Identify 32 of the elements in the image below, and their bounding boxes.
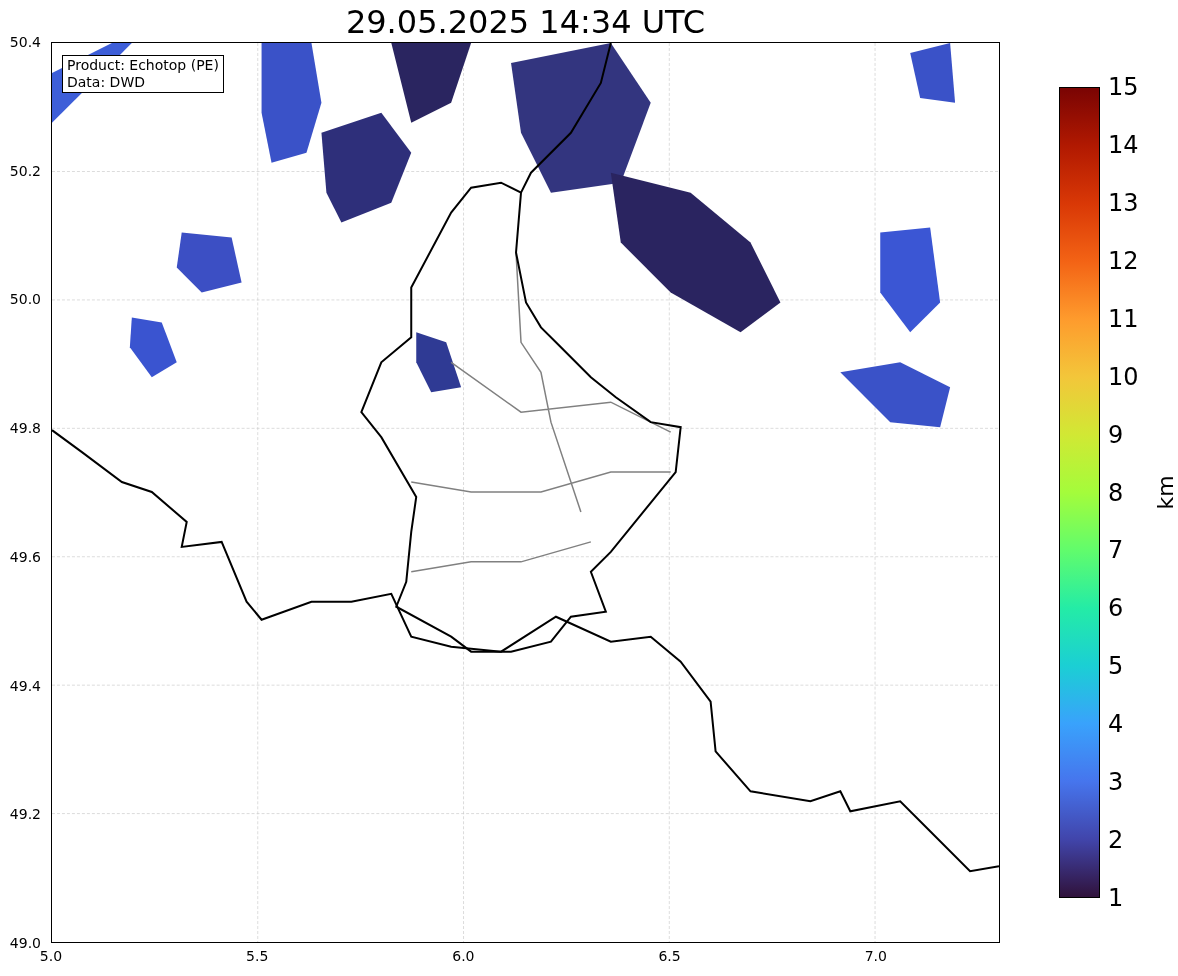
colorbar-tick-label: 8 <box>1108 479 1124 506</box>
legend-text: Product: Echotop (PE) <box>67 57 219 74</box>
y-tick-label: 50.4 <box>9 34 41 50</box>
colorbar-label: km <box>1151 475 1178 510</box>
x-tick-label: 6.0 <box>452 948 475 964</box>
colorbar-tick-label: 4 <box>1108 711 1124 738</box>
y-tick-label: 50.0 <box>9 291 41 308</box>
y-tick-label: 49.0 <box>9 934 41 951</box>
x-tick-label: 5.0 <box>39 948 63 964</box>
y-tick-label: 49.6 <box>9 548 41 565</box>
colorbar-tick-label: 14 <box>1108 131 1139 158</box>
colorbar-tick-label: 1 <box>1108 885 1124 911</box>
colorbar-tick-label: 11 <box>1108 305 1139 332</box>
colorbar-tick-label: 2 <box>1108 827 1124 854</box>
chart-title: 29.05.2025 14:34 UTC <box>345 2 706 42</box>
colorbar-tick-label: 9 <box>1108 421 1124 448</box>
colorbar-tick-label: 5 <box>1108 653 1124 680</box>
colorbar-tick-label: 10 <box>1108 363 1139 390</box>
colorbar-tick-label: 15 <box>1108 74 1139 100</box>
colorbar-tick-label: 6 <box>1108 595 1124 622</box>
x-tick-label: 7.0 <box>864 948 887 964</box>
x-tick-label: 5.5 <box>246 948 269 964</box>
y-tick-label: 49.2 <box>9 806 41 823</box>
colorbar-tick-label: 12 <box>1108 247 1139 274</box>
colorbar-tick-label: 13 <box>1108 189 1139 216</box>
colorbar-tick-label: 3 <box>1108 769 1124 796</box>
colorbar-tick-label: 7 <box>1108 537 1124 564</box>
legend-text: Data: DWD <box>67 74 146 91</box>
y-tick-label: 49.8 <box>9 420 41 437</box>
y-tick-label: 50.2 <box>9 162 41 179</box>
x-tick-label: 6.5 <box>658 948 681 964</box>
y-tick-label: 49.4 <box>9 677 41 694</box>
